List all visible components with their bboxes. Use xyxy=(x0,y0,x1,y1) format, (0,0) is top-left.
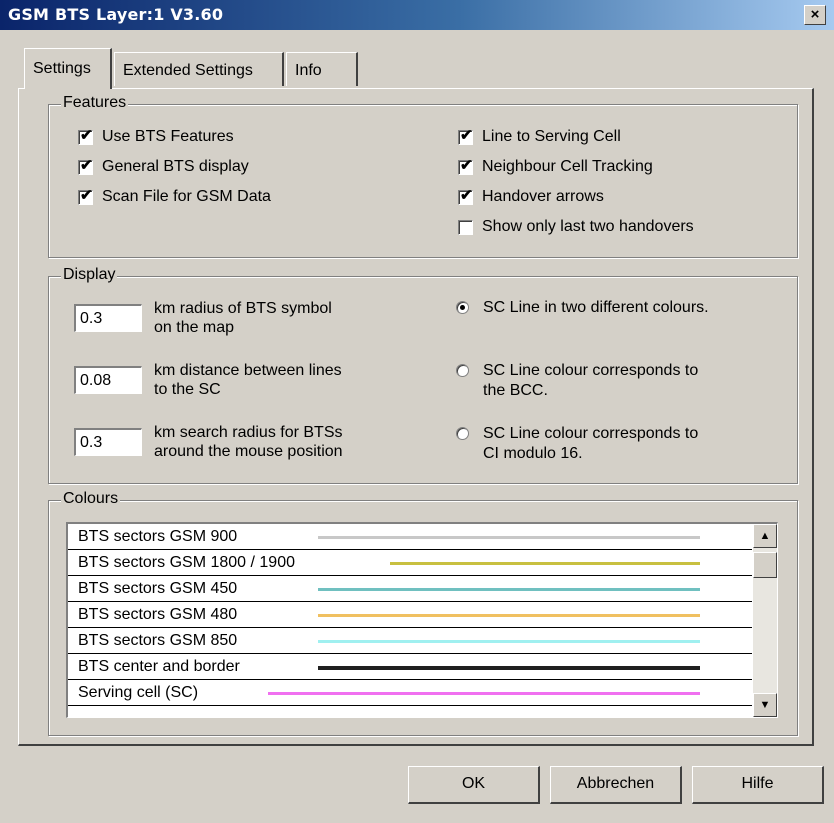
description-line: km radius of BTS symbol xyxy=(154,300,332,317)
display-title: Display xyxy=(61,266,118,284)
feature-checkbox-right-3[interactable]: Show only last two handovers xyxy=(458,218,694,236)
tab-label: Info xyxy=(295,62,322,79)
feature-checkbox-right-0[interactable]: ✔ Line to Serving Cell xyxy=(458,126,621,146)
check-icon: ✔ xyxy=(80,156,93,174)
feature-checkbox-right-2[interactable]: ✔ Handover arrows xyxy=(458,186,604,206)
radio-label: SC Line colour corresponds to xyxy=(483,362,699,379)
close-icon: × xyxy=(810,6,820,23)
check-icon: ✔ xyxy=(460,126,473,144)
radio-label: the BCC. xyxy=(483,382,548,399)
tab-label: Settings xyxy=(33,60,91,77)
checkbox-label: Scan File for GSM Data xyxy=(102,188,271,205)
colour-swatch-line xyxy=(318,614,700,617)
colour-item-label: BTS sectors GSM 850 xyxy=(78,632,238,649)
checkbox-label: Handover arrows xyxy=(482,188,604,205)
checkbox[interactable]: ✔ xyxy=(458,126,473,145)
field-description: km radius of BTS symbol on the map xyxy=(154,299,332,337)
radio-button[interactable] xyxy=(456,364,469,377)
checkbox-label: General BTS display xyxy=(102,158,249,175)
colour-list[interactable]: BTS sectors GSM 900 BTS sectors GSM 1800 … xyxy=(66,522,778,718)
ok-button[interactable]: OK xyxy=(408,766,540,804)
radio-label: SC Line colour corresponds to xyxy=(483,425,699,442)
close-button[interactable]: × xyxy=(804,5,826,25)
checkbox-label: Line to Serving Cell xyxy=(482,128,621,145)
colour-item-label: BTS center and border xyxy=(78,658,240,675)
list-scrollbar[interactable]: ▲ ▼ xyxy=(753,524,777,717)
field-description: km distance between lines to the SC xyxy=(154,361,342,399)
colour-list-item[interactable]: BTS center and border xyxy=(68,654,752,680)
description-line: around the mouse position xyxy=(154,443,343,460)
colour-list-item[interactable]: BTS sectors GSM 450 xyxy=(68,576,752,602)
colour-item-label: BTS sectors GSM 450 xyxy=(78,580,238,597)
tab-extended-settings[interactable]: Extended Settings xyxy=(114,52,284,86)
checkbox[interactable]: ✔ xyxy=(78,156,93,175)
distance-input-0[interactable] xyxy=(74,304,142,332)
description-line: km distance between lines xyxy=(154,362,342,379)
arrow-down-icon: ▼ xyxy=(759,699,771,711)
colour-list-item[interactable]: BTS sectors GSM 480 xyxy=(68,602,752,628)
checkbox[interactable]: ✔ xyxy=(458,156,473,175)
sc-line-radio-2[interactable]: SC Line colour corresponds to CI modulo 1… xyxy=(456,424,698,464)
feature-checkbox-left-1[interactable]: ✔ General BTS display xyxy=(78,156,249,176)
colours-title: Colours xyxy=(61,490,121,508)
checkbox-label: Neighbour Cell Tracking xyxy=(482,158,653,175)
distance-input-1[interactable] xyxy=(74,366,142,394)
radio-button[interactable] xyxy=(456,301,469,314)
description-line: km search radius for BTSs xyxy=(154,424,343,441)
colour-item-label: BTS sectors GSM 900 xyxy=(78,528,238,545)
title-bar[interactable]: GSM BTS Layer:1 V3.60 × xyxy=(0,0,834,30)
colour-list-item[interactable]: BTS sectors GSM 850 xyxy=(68,628,752,654)
feature-checkbox-right-1[interactable]: ✔ Neighbour Cell Tracking xyxy=(458,156,653,176)
checkbox[interactable] xyxy=(458,219,473,235)
check-icon: ✔ xyxy=(460,186,473,204)
distance-input-2[interactable] xyxy=(74,428,142,456)
tab-settings[interactable]: Settings xyxy=(24,48,112,89)
colour-swatch-line xyxy=(390,562,700,565)
check-icon: ✔ xyxy=(80,186,93,204)
colour-swatch-line xyxy=(318,640,700,643)
colour-swatch-line xyxy=(318,666,700,670)
tab-label: Extended Settings xyxy=(123,62,253,79)
sc-line-radio-0[interactable]: SC Line in two different colours. xyxy=(456,298,709,318)
feature-checkbox-left-0[interactable]: ✔ Use BTS Features xyxy=(78,126,234,146)
radio-button[interactable] xyxy=(456,427,469,440)
colour-item-label: BTS sectors GSM 480 xyxy=(78,606,238,623)
checkbox-label: Show only last two handovers xyxy=(482,218,694,235)
cancel-button[interactable]: Abbrechen xyxy=(550,766,682,804)
colour-swatch-line xyxy=(268,692,700,695)
dialog-window: GSM BTS Layer:1 V3.60 × Settings Extende… xyxy=(0,0,834,823)
arrow-up-icon: ▲ xyxy=(759,530,771,542)
scroll-up-button[interactable]: ▲ xyxy=(753,524,777,548)
scroll-thumb[interactable] xyxy=(753,552,777,578)
tab-info[interactable]: Info xyxy=(286,52,358,86)
checkbox[interactable]: ✔ xyxy=(458,186,473,205)
feature-checkbox-left-2[interactable]: ✔ Scan File for GSM Data xyxy=(78,186,271,206)
field-description: km search radius for BTSs around the mous… xyxy=(154,423,343,461)
features-title: Features xyxy=(61,94,129,112)
colour-list-item[interactable]: BTS sectors GSM 900 xyxy=(68,524,752,550)
checkbox[interactable]: ✔ xyxy=(78,126,93,145)
colour-swatch-line xyxy=(318,588,700,591)
window-title: GSM BTS Layer:1 V3.60 xyxy=(8,5,224,24)
scroll-down-button[interactable]: ▼ xyxy=(753,693,777,717)
colour-item-label: BTS sectors GSM 1800 / 1900 xyxy=(78,554,295,571)
check-icon: ✔ xyxy=(80,126,93,144)
colour-swatch-line xyxy=(318,536,700,539)
sc-line-radio-1[interactable]: SC Line colour corresponds to the BCC. xyxy=(456,361,698,401)
radio-selected-icon xyxy=(460,305,465,310)
radio-label: CI modulo 16. xyxy=(483,445,583,462)
colour-list-item[interactable]: Serving cell (SC) xyxy=(68,680,752,706)
description-line: to the SC xyxy=(154,381,221,398)
checkbox-label: Use BTS Features xyxy=(102,128,234,145)
description-line: on the map xyxy=(154,319,235,336)
colour-item-label: Serving cell (SC) xyxy=(78,684,199,701)
help-button[interactable]: Hilfe xyxy=(692,766,824,804)
checkbox[interactable]: ✔ xyxy=(78,186,93,205)
colour-list-item[interactable]: BTS sectors GSM 1800 / 1900 xyxy=(68,550,752,576)
check-icon: ✔ xyxy=(460,156,473,174)
radio-label: SC Line in two different colours. xyxy=(483,299,709,316)
